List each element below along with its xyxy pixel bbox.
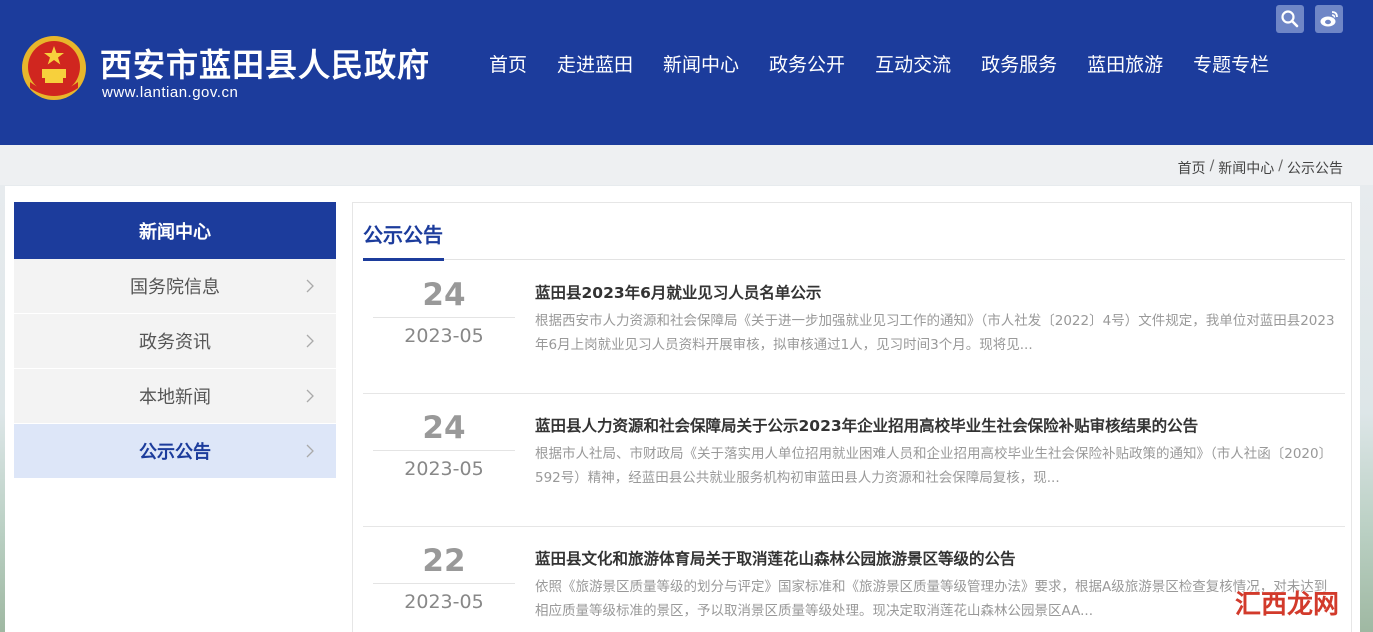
breadcrumb: 首页 / 新闻中心 / 公示公告 <box>1178 158 1343 178</box>
page-title: 公示公告 <box>363 223 443 247</box>
chevron-right-icon <box>306 444 314 458</box>
nav-item-news[interactable]: 新闻中心 <box>663 50 739 77</box>
main-nav: 首页 走进蓝田 新闻中心 政务公开 互动交流 政务服务 蓝田旅游 专题专栏 <box>474 50 1284 77</box>
sidebar-title: 新闻中心 <box>14 202 336 259</box>
nav-item-tourism[interactable]: 蓝田旅游 <box>1087 50 1163 77</box>
breadcrumb-news[interactable]: 新闻中心 <box>1218 158 1274 178</box>
news-title-link[interactable]: 蓝田县2023年6月就业见习人员名单公示 <box>535 281 1335 303</box>
breadcrumb-home[interactable]: 首页 <box>1178 158 1206 178</box>
site-header: 西安市蓝田县人民政府 www.lantian.gov.cn 首页 走进蓝田 新闻… <box>0 0 1373 145</box>
date-year-month: 2023-05 <box>404 591 484 613</box>
nav-item-about[interactable]: 走进蓝田 <box>557 50 633 77</box>
breadcrumb-bar <box>0 145 1373 185</box>
sidebar-item-announcements[interactable]: 公示公告 <box>14 424 336 479</box>
sidebar: 新闻中心 国务院信息 政务资讯 本地新闻 公示公告 <box>14 202 336 479</box>
site-title: 西安市蓝田县人民政府 <box>100 46 431 84</box>
nav-item-gov-affairs[interactable]: 政务公开 <box>769 50 845 77</box>
date-day: 24 <box>422 410 466 446</box>
date-box: 24 2023-05 <box>373 275 515 349</box>
site-url: www.lantian.gov.cn <box>102 84 239 101</box>
breadcrumb-separator: / <box>1278 158 1283 174</box>
sidebar-item-label: 国务院信息 <box>130 277 220 298</box>
breadcrumb-separator: / <box>1209 158 1215 174</box>
chevron-right-icon <box>306 279 314 293</box>
chevron-right-icon <box>306 389 314 403</box>
sidebar-item-label: 本地新闻 <box>139 387 211 408</box>
list-item[interactable]: 22 2023-05 蓝田县文化和旅游体育局关于取消莲花山森林公园旅游景区等级的… <box>363 527 1345 632</box>
news-title-link[interactable]: 蓝田县文化和旅游体育局关于取消莲花山森林公园旅游景区等级的公告 <box>535 547 1335 569</box>
sidebar-item-local-news[interactable]: 本地新闻 <box>14 369 336 424</box>
date-box: 22 2023-05 <box>373 541 515 615</box>
watermark-text: 汇西龙网 <box>1235 590 1340 620</box>
national-emblem-icon <box>22 36 86 100</box>
nav-item-home[interactable]: 首页 <box>489 50 527 77</box>
chevron-right-icon <box>306 334 314 348</box>
list-item[interactable]: 24 2023-05 蓝田县2023年6月就业见习人员名单公示 根据西安市人力资… <box>363 261 1345 394</box>
date-divider <box>373 583 515 584</box>
watermark-logo: 汇西龙网 <box>1235 580 1340 622</box>
content-panel: 公示公告 24 2023-05 蓝田县2023年6月就业见习人员名单公示 根据西… <box>352 202 1352 632</box>
news-summary: 根据市人社局、市财政局《关于落实用人单位招用就业困难人员和企业招用高校毕业生社会… <box>535 446 1333 486</box>
news-summary: 根据西安市人力资源和社会保障局《关于进一步加强就业见习工作的通知》（市人社发〔2… <box>535 313 1335 353</box>
news-title-link[interactable]: 蓝田县人力资源和社会保障局关于公示2023年企业招用高校毕业生社会保险补贴审核结… <box>535 414 1335 436</box>
sidebar-item-label: 政务资讯 <box>139 332 211 353</box>
breadcrumb-current[interactable]: 公示公告 <box>1287 158 1343 178</box>
weibo-button[interactable] <box>1315 5 1343 33</box>
search-icon <box>1281 10 1299 28</box>
weibo-icon <box>1320 11 1338 27</box>
date-year-month: 2023-05 <box>404 458 484 480</box>
news-summary: 依照《旅游景区质量等级的划分与评定》国家标准和《旅游景区质量等级管理办法》要求，… <box>535 579 1328 619</box>
title-divider <box>363 259 1345 260</box>
date-year-month: 2023-05 <box>404 325 484 347</box>
date-box: 24 2023-05 <box>373 408 515 482</box>
search-button[interactable] <box>1276 5 1304 33</box>
date-divider <box>373 450 515 451</box>
date-divider <box>373 317 515 318</box>
date-day: 22 <box>422 543 466 579</box>
date-day: 24 <box>422 277 466 313</box>
sidebar-item-gov-news[interactable]: 政务资讯 <box>14 314 336 369</box>
nav-item-interaction[interactable]: 互动交流 <box>875 50 951 77</box>
nav-item-services[interactable]: 政务服务 <box>981 50 1057 77</box>
nav-item-topics[interactable]: 专题专栏 <box>1193 50 1269 77</box>
sidebar-item-label: 公示公告 <box>139 442 211 463</box>
list-item[interactable]: 24 2023-05 蓝田县人力资源和社会保障局关于公示2023年企业招用高校毕… <box>363 394 1345 527</box>
sidebar-item-state-council[interactable]: 国务院信息 <box>14 259 336 314</box>
